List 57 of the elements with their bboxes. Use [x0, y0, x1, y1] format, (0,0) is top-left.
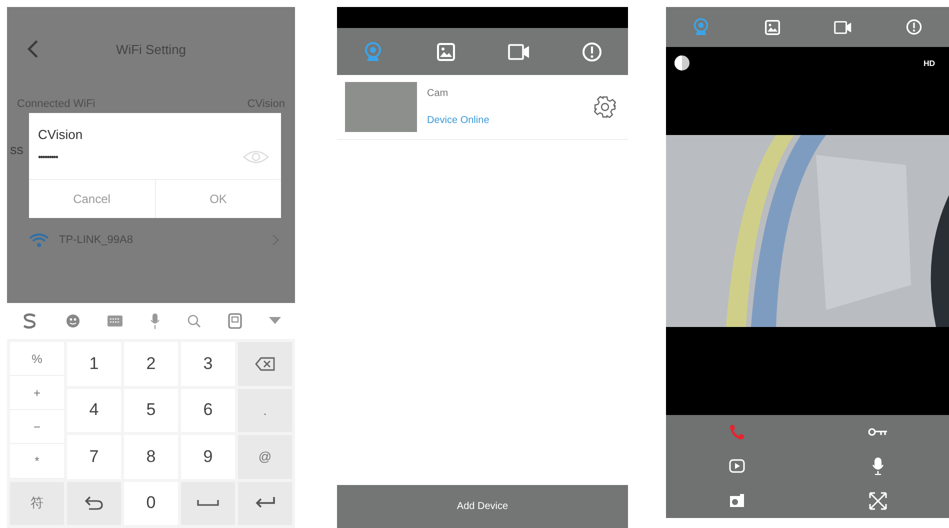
- digit-key[interactable]: 8: [124, 435, 178, 478]
- digit-key[interactable]: 2: [124, 342, 178, 386]
- digit-key[interactable]: 4: [67, 388, 121, 432]
- add-device-button[interactable]: Add Device: [337, 485, 628, 528]
- digit-key[interactable]: 9: [181, 435, 235, 478]
- quality-toggle[interactable]: HD: [923, 58, 935, 68]
- emoji-icon[interactable]: [66, 314, 80, 328]
- key-icon[interactable]: [868, 428, 888, 436]
- clipboard-icon[interactable]: [228, 313, 242, 329]
- space-icon: [197, 500, 219, 506]
- device-status: Device Online: [427, 115, 490, 126]
- symbol-key[interactable]: +: [10, 376, 64, 410]
- keyboard-icon[interactable]: [106, 315, 123, 327]
- symbol-key[interactable]: −: [10, 410, 64, 444]
- enter-key[interactable]: [238, 482, 292, 525]
- camera-icon[interactable]: [728, 494, 745, 508]
- webcam-icon: [693, 18, 710, 36]
- backspace-icon: [255, 356, 275, 371]
- screen-title: WiFi Setting: [116, 42, 186, 56]
- webcam-icon: [364, 42, 382, 62]
- dialog-title: CVision: [37, 126, 84, 142]
- picture-icon: [437, 42, 456, 60]
- photo-placeholder: [345, 82, 417, 132]
- alert-icon: [582, 42, 602, 62]
- enter-icon: [255, 497, 275, 510]
- symbol-key[interactable]: 符: [10, 482, 64, 525]
- digit-key[interactable]: 1: [67, 342, 121, 386]
- alert-icon: [906, 19, 922, 35]
- digit-key[interactable]: 0: [124, 482, 178, 525]
- password-field[interactable]: •••••••••: [38, 152, 58, 162]
- section-label: SS: [10, 146, 24, 157]
- contrast-icon[interactable]: [674, 55, 690, 71]
- symbol-key[interactable]: *: [10, 444, 64, 478]
- backspace-key[interactable]: [238, 342, 292, 386]
- symbol-key[interactable]: .: [238, 388, 292, 432]
- search-icon[interactable]: [187, 314, 202, 328]
- digit-key[interactable]: 5: [124, 388, 178, 432]
- video-camera-icon: [834, 20, 852, 34]
- undo-key[interactable]: [67, 482, 121, 525]
- microphone-icon[interactable]: [872, 457, 884, 476]
- picture-icon: [764, 20, 780, 34]
- fullscreen-icon[interactable]: [869, 492, 888, 510]
- symbol-key[interactable]: @: [238, 435, 292, 478]
- microphone-icon[interactable]: [150, 313, 160, 329]
- device-name: Cam: [427, 88, 450, 99]
- undo-icon: [85, 496, 103, 510]
- digit-key[interactable]: 7: [67, 435, 121, 478]
- symbol-key[interactable]: %: [10, 342, 64, 376]
- play-icon[interactable]: [728, 459, 745, 474]
- back-icon[interactable]: [27, 40, 39, 58]
- settings-icon[interactable]: [594, 96, 616, 118]
- video-camera-icon: [508, 44, 530, 60]
- digit-key[interactable]: 6: [181, 388, 235, 432]
- wifi-icon: [29, 233, 49, 247]
- collapse-icon[interactable]: [269, 317, 282, 325]
- digit-key[interactable]: 3: [181, 342, 235, 386]
- device-item[interactable]: Cam Device Online: [337, 75, 628, 140]
